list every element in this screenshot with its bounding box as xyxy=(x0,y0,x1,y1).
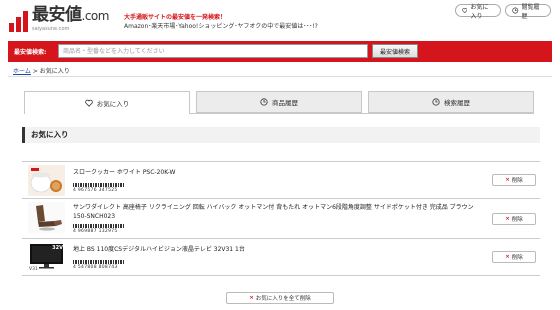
logo-dotcom: .com xyxy=(81,9,110,23)
search-bar: 最安値検索: 最安値検索 xyxy=(8,41,552,62)
product-name[interactable]: スロークッカー ホワイト PSC-20K-W xyxy=(73,168,485,177)
tab-favorites-label: お気に入り xyxy=(96,100,130,108)
jan-code: 4 547808 808743 xyxy=(73,265,118,270)
tab-search-history[interactable]: 検索履歴 xyxy=(368,91,534,113)
delete-all-favorites-button[interactable]: × お気に入りを全て削除 xyxy=(226,292,334,304)
delete-button-label: 削除 xyxy=(511,217,523,223)
search-label: 最安値検索: xyxy=(14,49,47,56)
list-item: サンワダイレクト 高座椅子 リクライニング 回転 ハイバック オットマン付 背も… xyxy=(22,199,540,239)
site-logo[interactable]: 最安値.com saiyasune.com xyxy=(9,6,109,32)
delete-button-label: 削除 xyxy=(511,178,523,184)
tab-product-history[interactable]: 商品履歴 xyxy=(196,91,362,113)
product-image-slow-cooker[interactable] xyxy=(28,165,65,196)
catchphrase-line-2: Amazon･楽天市場･Yahoo!ショッピング･ヤフオクの中で最安値は･･･!… xyxy=(124,23,318,30)
barcode-icon xyxy=(73,224,125,228)
product-name[interactable]: サンワダイレクト 高座椅子 リクライニング 回転 ハイバック オットマン付 背も… xyxy=(73,203,485,221)
product-name[interactable]: 地上 BS 110度CSデジタルハイビジョン液晶テレビ 32V31 1台 xyxy=(73,245,485,254)
list-item: スロークッカー ホワイト PSC-20K-W 4 967576 347525 ×… xyxy=(22,162,540,199)
close-icon: × xyxy=(505,177,510,183)
clock-icon xyxy=(512,7,519,14)
delete-button[interactable]: × 削除 xyxy=(492,174,536,186)
delete-all-label: お気に入りを全て削除 xyxy=(255,296,311,302)
header-history-button[interactable]: 閲覧履歴 xyxy=(505,3,551,20)
barcode-icon xyxy=(73,183,125,187)
search-input[interactable] xyxy=(58,44,368,58)
jan-code: 4 969887 132975 xyxy=(73,229,118,234)
tab-favorites[interactable]: お気に入り xyxy=(24,91,190,114)
logo-bars-icon xyxy=(9,10,28,32)
breadcrumb-divider xyxy=(8,76,552,77)
breadcrumb-home-link[interactable]: ホーム xyxy=(13,68,31,75)
logo-title: 最安値 xyxy=(32,5,82,25)
heart-icon xyxy=(462,8,468,14)
close-icon: × xyxy=(505,216,510,222)
delete-button-label: 削除 xyxy=(511,255,523,261)
heart-icon xyxy=(84,99,93,107)
header-favorites-label: お気に入り xyxy=(470,3,489,20)
tab-search-history-label: 検索履歴 xyxy=(444,99,470,107)
logo-subtitle: saiyasune.com xyxy=(32,26,70,32)
list-item: 32V V31 地上 BS 110度CSデジタルハイビジョン液晶テレビ 32V3… xyxy=(22,239,540,276)
jan-code: 4 967576 347525 xyxy=(73,188,118,193)
breadcrumb: ホーム > お気に入り xyxy=(13,66,70,75)
product-image-tv[interactable]: 32V V31 xyxy=(28,242,65,273)
clock-icon xyxy=(432,98,440,106)
section-title: お気に入り xyxy=(22,127,540,143)
tv-model-label: V31 xyxy=(29,267,38,272)
tab-product-history-label: 商品履歴 xyxy=(272,99,298,107)
tv-size-label: 32V xyxy=(52,245,63,251)
close-icon: × xyxy=(505,254,510,260)
site-header: 最安値.com saiyasune.com 大手通販サイトの最安値を一発検索！ … xyxy=(0,0,560,40)
barcode-icon xyxy=(73,260,125,264)
catchphrase: 大手通販サイトの最安値を一発検索！ Amazon･楽天市場･Yahoo!ショッピ… xyxy=(124,13,318,31)
product-image-floor-chair[interactable] xyxy=(28,202,65,233)
search-button[interactable]: 最安値検索 xyxy=(372,44,418,58)
delete-button[interactable]: × 削除 xyxy=(492,213,536,225)
header-history-label: 閲覧履歴 xyxy=(521,3,540,20)
breadcrumb-separator: > xyxy=(32,68,38,75)
clock-icon xyxy=(260,98,268,106)
breadcrumb-current: お気に入り xyxy=(39,68,70,75)
header-favorites-button[interactable]: お気に入り xyxy=(455,3,501,20)
favorites-list: スロークッカー ホワイト PSC-20K-W 4 967576 347525 ×… xyxy=(22,161,540,276)
close-icon: × xyxy=(249,295,254,301)
catchphrase-line-1: 大手通販サイトの最安値を一発検索！ xyxy=(124,14,227,21)
delete-button[interactable]: × 削除 xyxy=(492,251,536,263)
